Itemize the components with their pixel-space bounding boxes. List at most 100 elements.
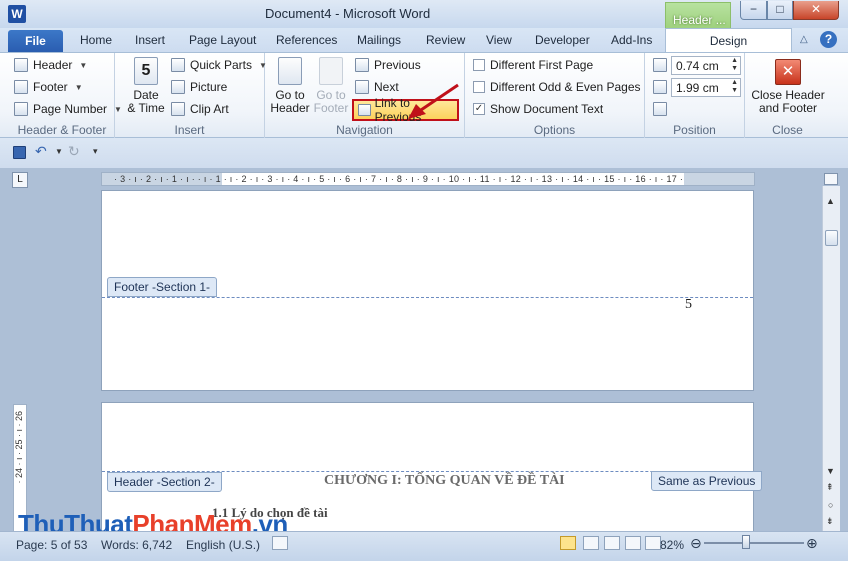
- zoom-in-icon[interactable]: ⊕: [806, 535, 818, 552]
- group-label: Position: [673, 123, 716, 137]
- go-to-footer-button[interactable]: Go to Footer: [311, 57, 351, 115]
- tab-file[interactable]: File: [8, 30, 63, 52]
- group-label: Insert: [174, 123, 205, 137]
- full-screen-reading-icon[interactable]: [583, 536, 599, 550]
- chevron-down-icon: ▼: [74, 82, 83, 92]
- outline-view-icon[interactable]: [625, 536, 641, 550]
- maximize-button[interactable]: □: [767, 1, 793, 20]
- previous-page-icon[interactable]: ⇞: [826, 482, 834, 493]
- quick-parts-button[interactable]: Quick Parts ▼: [171, 55, 267, 75]
- go-to-header-icon: [278, 57, 302, 85]
- same-as-previous-label: Same as Previous: [651, 471, 763, 491]
- macro-record-icon[interactable]: [272, 536, 288, 550]
- date-time-button[interactable]: 5 Date & Time: [123, 57, 169, 115]
- next-section-icon: [355, 80, 369, 94]
- tab-insert[interactable]: Insert: [135, 33, 165, 47]
- page-number[interactable]: 5: [685, 297, 692, 313]
- title-bar: W Document4 - Microsoft Word Header ... …: [0, 0, 848, 28]
- quick-access-toolbar: ↶ ▼ ↻ ▾: [0, 138, 848, 168]
- calendar-clock-icon: 5: [134, 57, 158, 85]
- close-icon: ✕: [775, 59, 801, 85]
- close-header-footer-button[interactable]: ✕ Close Header and Footer: [747, 59, 829, 115]
- tab-selector-icon[interactable]: L: [12, 172, 28, 188]
- print-layout-view-icon[interactable]: [560, 536, 576, 550]
- group-label: Header & Footer: [17, 123, 107, 137]
- go-to-header-button[interactable]: Go to Header: [269, 57, 311, 115]
- horizontal-ruler[interactable]: · 3 · ı · 2 · ı · 1 · ı · · ı · 1 · ı · …: [101, 172, 755, 186]
- checkbox-checked[interactable]: ✓: [473, 103, 485, 115]
- next-button[interactable]: Next: [355, 77, 399, 97]
- picture-button[interactable]: Picture: [171, 77, 227, 97]
- checkbox[interactable]: [473, 59, 485, 71]
- quick-parts-icon: [171, 58, 185, 72]
- chapter-heading[interactable]: CHƯƠNG I: TỔNG QUAN VỀ ĐỀ TÀI: [324, 473, 565, 489]
- spin-arrows-icon[interactable]: ▲ ▼: [731, 79, 738, 95]
- tab-mailings[interactable]: Mailings: [357, 33, 401, 47]
- word-count[interactable]: Words: 6,742: [101, 538, 172, 552]
- different-odd-even-checkbox[interactable]: Different Odd & Even Pages: [473, 77, 641, 97]
- zoom-out-icon[interactable]: ⊖: [690, 535, 702, 552]
- footer-position-icon: [653, 80, 667, 94]
- tab-page-layout[interactable]: Page Layout: [189, 33, 256, 47]
- vertical-scrollbar[interactable]: ▲ ▼ ⇞ ○ ⇟: [822, 186, 840, 531]
- header-position-icon: [653, 58, 667, 72]
- word-app-icon[interactable]: W: [8, 5, 26, 23]
- zoom-slider[interactable]: [704, 542, 804, 544]
- different-first-page-checkbox[interactable]: Different First Page: [473, 55, 593, 75]
- page-count[interactable]: Page: 5 of 53: [16, 538, 87, 552]
- picture-icon: [171, 80, 185, 94]
- header-button[interactable]: Header ▼: [14, 55, 87, 75]
- tab-add-ins[interactable]: Add-Ins: [611, 33, 652, 47]
- language-indicator[interactable]: English (U.S.): [186, 538, 260, 552]
- document-area: L · 3 · ı · 2 · ı · 1 · ı · · ı · 1 · ı …: [0, 168, 848, 531]
- zoom-level[interactable]: 82%: [660, 538, 684, 552]
- group-position: 0.74 cm ▲ ▼ 1.99 cm ▲ ▼ Position: [645, 53, 745, 139]
- group-close: ✕ Close Header and Footer Close: [745, 53, 830, 139]
- clip-art-button[interactable]: Clip Art: [171, 99, 229, 119]
- scroll-up-icon[interactable]: ▲: [826, 196, 835, 206]
- tab-references[interactable]: References: [276, 33, 337, 47]
- previous-button[interactable]: Previous: [355, 55, 421, 75]
- insert-alignment-tab-icon[interactable]: [653, 102, 667, 116]
- chevron-down-icon[interactable]: ▼: [55, 147, 63, 156]
- show-document-text-checkbox[interactable]: ✓ Show Document Text: [473, 99, 603, 119]
- link-icon: [358, 104, 371, 116]
- scroll-down-icon[interactable]: ▼: [826, 466, 835, 476]
- undo-icon[interactable]: ↶: [35, 143, 47, 160]
- scroll-thumb[interactable]: [825, 230, 838, 246]
- checkbox[interactable]: [473, 81, 485, 93]
- group-header-footer: Header ▼ Footer ▼ Page Number ▼ Header & Fo…: [10, 53, 122, 139]
- web-layout-icon[interactable]: [604, 536, 620, 550]
- minimize-ribbon-icon[interactable]: △: [800, 34, 808, 45]
- page-5[interactable]: Footer -Section 1- 5: [101, 190, 754, 391]
- group-label: Close: [772, 123, 803, 137]
- customize-toolbar-icon[interactable]: ▾: [93, 146, 98, 157]
- view-ruler-icon[interactable]: [824, 173, 838, 185]
- tab-view[interactable]: View: [486, 33, 512, 47]
- header-section-label: Header -Section 2-: [107, 472, 222, 492]
- redo-icon[interactable]: ↻: [68, 143, 80, 160]
- red-arrow-annotation-icon: [408, 83, 459, 119]
- tab-review[interactable]: Review: [426, 33, 465, 47]
- draft-view-icon[interactable]: [645, 536, 661, 550]
- close-window-button[interactable]: ✕: [793, 1, 839, 20]
- header-position-spinner[interactable]: 0.74 cm ▲ ▼: [671, 56, 741, 75]
- tab-developer[interactable]: Developer: [535, 33, 590, 47]
- footer-button[interactable]: Footer ▼: [14, 77, 83, 97]
- tab-home[interactable]: Home: [80, 33, 112, 47]
- chevron-down-icon: ▼: [79, 60, 88, 70]
- minimize-button[interactable]: −: [740, 1, 767, 20]
- footer-icon: [14, 80, 28, 94]
- zoom-slider-thumb[interactable]: [742, 535, 750, 549]
- go-to-footer-icon: [319, 57, 343, 85]
- select-browse-object-icon[interactable]: ○: [828, 500, 833, 510]
- page-number-icon: [14, 102, 28, 116]
- ruler-numbers: · 24 · ı · 25 · ı · 26: [14, 411, 24, 484]
- page-number-button[interactable]: Page Number ▼: [14, 99, 122, 119]
- tab-design[interactable]: Design: [665, 28, 792, 52]
- save-icon[interactable]: [13, 146, 26, 159]
- help-icon[interactable]: ?: [820, 31, 837, 48]
- spin-arrows-icon[interactable]: ▲ ▼: [731, 57, 738, 73]
- next-page-icon[interactable]: ⇟: [826, 516, 834, 527]
- footer-position-spinner[interactable]: 1.99 cm ▲ ▼: [671, 78, 741, 97]
